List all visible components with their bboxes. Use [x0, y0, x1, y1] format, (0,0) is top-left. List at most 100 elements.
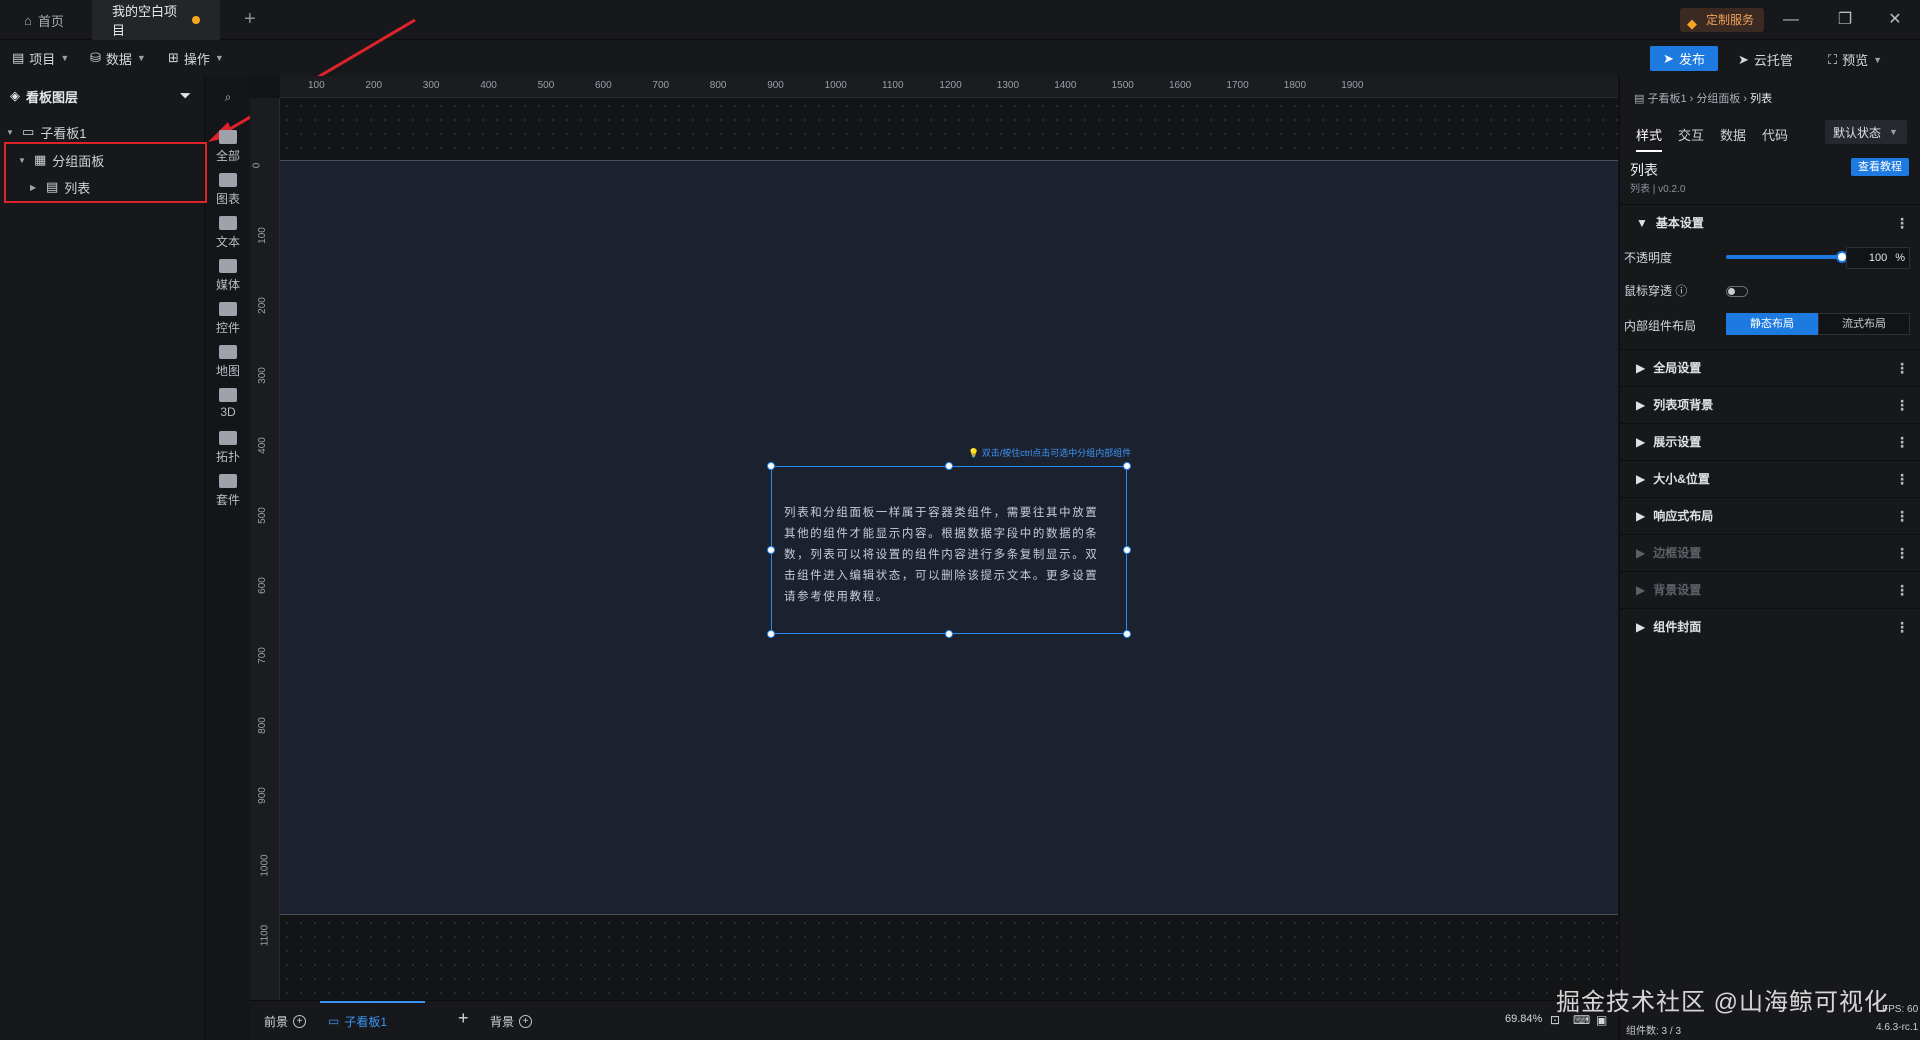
opacity-slider[interactable]: [1726, 251, 1848, 263]
layers-panel: ◈ 看板图层 ⏷ ▼ ▭ 子看板1 ▼ ▦ 分组面板 ▶ ▤ 列表: [0, 76, 207, 1040]
cube-icon: [219, 388, 237, 402]
more-icon[interactable]: ⋮: [1895, 397, 1909, 414]
more-icon[interactable]: ⋮: [1895, 582, 1909, 599]
layer-label: 子看板1: [40, 125, 87, 141]
custom-service-button[interactable]: ◆ 定制服务: [1680, 8, 1765, 32]
section-7[interactable]: ▶ 组件封面 ⋮: [1620, 608, 1920, 644]
menu-data-label: 数据: [105, 51, 132, 67]
publish-button[interactable]: ➤ 发布: [1650, 46, 1718, 71]
tab-style[interactable]: 样式: [1636, 125, 1663, 152]
help-icon[interactable]: ⓘ: [1675, 284, 1687, 298]
component-category-4[interactable]: 控件: [206, 296, 250, 342]
section-5[interactable]: ▶ 边框设置 ⋮: [1620, 534, 1920, 570]
more-icon[interactable]: ⋮: [1895, 471, 1909, 488]
selected-list-component[interactable]: 列表和分组面板一样属于容器类组件，需要往其中放置其他的组件才能显示内容。根据数据…: [767, 462, 1131, 638]
layers-title: 看板图层: [26, 89, 79, 105]
breadcrumb-item[interactable]: 列表: [1750, 93, 1772, 105]
section-label: 基本设置: [1655, 216, 1704, 230]
ruler-tick-label: 1100: [259, 924, 271, 947]
component-category-1[interactable]: 图表: [206, 167, 250, 213]
restore-icon[interactable]: ❐: [1830, 6, 1860, 34]
resize-handle[interactable]: [767, 546, 775, 554]
section-3[interactable]: ▶ 大小&位置 ⋮: [1620, 460, 1920, 496]
menu-data[interactable]: ⛁ 数据 ▼: [90, 48, 146, 68]
menu-project[interactable]: ▤ 项目 ▼: [12, 48, 69, 68]
caret-right-icon: ▶: [1636, 434, 1646, 449]
component-category-3[interactable]: 媒体: [206, 253, 250, 299]
section-label: 边框设置: [1653, 546, 1702, 560]
preview-button[interactable]: ⛶ 预览 ▼: [1828, 50, 1882, 69]
resize-handle[interactable]: [767, 462, 775, 470]
component-category-7[interactable]: 拓扑: [206, 425, 250, 471]
chevron-down-icon: ▼: [136, 53, 146, 63]
tab-code[interactable]: 代码: [1762, 125, 1788, 152]
section-6[interactable]: ▶ 背景设置 ⋮: [1620, 571, 1920, 607]
tab-interaction[interactable]: 交互: [1678, 125, 1704, 152]
breadcrumb-item[interactable]: 子看板1: [1647, 93, 1686, 105]
add-board-icon[interactable]: +: [458, 1008, 469, 1029]
resize-handle[interactable]: [1123, 546, 1131, 554]
resize-handle[interactable]: [1123, 630, 1131, 638]
tutorial-button[interactable]: 查看教程: [1851, 158, 1909, 176]
more-icon[interactable]: ⋮: [1895, 434, 1909, 451]
add-circle-icon[interactable]: +: [519, 1015, 533, 1028]
unsaved-dot-icon: [192, 16, 200, 24]
category-label: 拓扑: [215, 450, 240, 464]
section-0[interactable]: ▶ 全局设置 ⋮: [1620, 349, 1920, 385]
more-icon[interactable]: ⋮: [1895, 215, 1909, 232]
map-icon: [219, 345, 237, 359]
component-category-2[interactable]: 文本: [206, 210, 250, 256]
menu-project-label: 项目: [29, 51, 56, 67]
component-category-8[interactable]: 套件: [206, 468, 250, 514]
layout-static-button[interactable]: 静态布局: [1726, 313, 1818, 335]
resize-handle[interactable]: [1123, 462, 1131, 470]
breadcrumb-item[interactable]: 分组面板: [1696, 93, 1740, 105]
background-layer-tab[interactable]: 背景 +: [490, 1013, 533, 1030]
resize-handle[interactable]: [767, 630, 775, 638]
zoom-level[interactable]: 69.84%: [1505, 1013, 1542, 1025]
more-icon[interactable]: ⋮: [1895, 545, 1909, 562]
caret-down-icon: ▼: [6, 127, 14, 137]
properties-panel: ▤ 子看板1 › 分组面板 › 列表 样式 交互 数据 代码 默认状态 ▼ 列表…: [1619, 76, 1920, 1040]
state-select[interactable]: 默认状态 ▼: [1825, 120, 1907, 144]
ruler-tick-label: 600: [256, 577, 268, 594]
more-icon[interactable]: ⋮: [1895, 508, 1909, 525]
filter-icon[interactable]: ⏷: [180, 88, 190, 104]
opacity-input[interactable]: 100 %: [1846, 247, 1910, 269]
component-category-6[interactable]: 3D: [206, 382, 250, 428]
ruler-tick-label: 1800: [1283, 80, 1307, 91]
tab-data[interactable]: 数据: [1720, 125, 1746, 152]
board-tab[interactable]: ▭ 子看板1: [320, 1001, 426, 1039]
section-2[interactable]: ▶ 展示设置 ⋮: [1620, 423, 1920, 459]
minimize-icon[interactable]: —: [1776, 6, 1806, 34]
ruler-tick-label: 300: [422, 80, 440, 91]
section-label: 大小&位置: [1653, 472, 1710, 486]
resize-handle[interactable]: [945, 462, 953, 470]
ruler-tick-label: 1500: [1111, 80, 1134, 91]
opacity-value: 100: [1868, 252, 1888, 264]
component-category-0[interactable]: 全部: [206, 124, 250, 170]
component-name: 列表: [1630, 162, 1658, 178]
ruler-tick-label: 1100: [882, 80, 904, 91]
front-layer-tab[interactable]: 前景 +: [264, 1013, 307, 1030]
more-icon[interactable]: ⋮: [1895, 619, 1909, 636]
tab-home[interactable]: ⌂ 首页: [4, 0, 92, 40]
component-category-5[interactable]: 地图: [206, 339, 250, 385]
breadcrumb: ▤ 子看板1 › 分组面板 › 列表: [1634, 93, 1773, 105]
more-icon[interactable]: ⋮: [1895, 360, 1909, 377]
resize-handle[interactable]: [945, 630, 953, 638]
add-circle-icon[interactable]: +: [293, 1015, 307, 1028]
section-1[interactable]: ▶ 列表项背景 ⋮: [1620, 386, 1920, 422]
section-label: 列表项背景: [1653, 398, 1714, 412]
close-icon[interactable]: ✕: [1880, 6, 1910, 34]
section-basic[interactable]: ▼ 基本设置 ⋮: [1620, 204, 1920, 240]
mouse-through-toggle[interactable]: [1726, 286, 1748, 297]
ruler-tick-label: 500: [537, 80, 555, 91]
cloud-host-button[interactable]: ➤ 云托管: [1738, 50, 1793, 69]
send-icon: ➤: [1663, 50, 1674, 66]
version-label: 4.6.3-rc.1: [1876, 1022, 1919, 1033]
search-icon[interactable]: ⌕: [206, 90, 250, 110]
category-label: 媒体: [215, 278, 240, 292]
section-4[interactable]: ▶ 响应式布局 ⋮: [1620, 497, 1920, 533]
layout-flow-button[interactable]: 流式布局: [1818, 313, 1910, 335]
